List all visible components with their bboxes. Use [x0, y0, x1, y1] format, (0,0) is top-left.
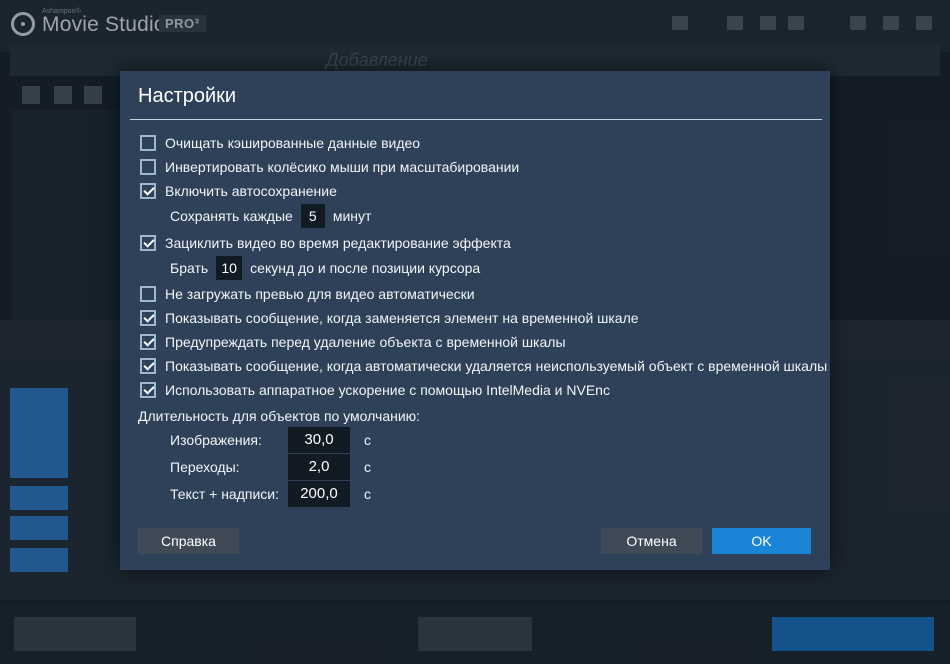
option-label: Зациклить видео во время редактирование … — [165, 235, 511, 251]
duration-unit: с — [364, 432, 371, 448]
duration-label: Текст + надписи: — [170, 486, 279, 502]
option-label: Включить автосохранение — [165, 183, 337, 199]
option-label: Показывать сообщение, когда автоматическ… — [165, 358, 828, 374]
option-label: Не загружать превью для видео автоматиче… — [165, 286, 475, 302]
duration-row-transitions: Переходы: 2,0 с — [170, 454, 371, 480]
transitions-duration-input[interactable]: 2,0 — [288, 454, 350, 480]
durations-heading: Длительность для объектов по умолчанию: — [138, 408, 421, 424]
option-autosave[interactable]: Включить автосохранение — [140, 181, 337, 201]
option-warn-delete[interactable]: Предупреждать перед удаление объекта с в… — [140, 332, 566, 352]
option-clear-cache[interactable]: Очищать кэшированные данные видео — [140, 133, 420, 153]
autosave-interval-row: Сохранять каждые 5 минут — [170, 204, 371, 228]
text-duration-input[interactable]: 200,0 — [288, 481, 350, 507]
duration-unit: с — [364, 486, 371, 502]
option-label: Инвертировать колёсико мыши при масштаби… — [165, 159, 520, 175]
option-replace-message[interactable]: Показывать сообщение, когда заменяется э… — [140, 308, 639, 328]
option-invert-wheel[interactable]: Инвертировать колёсико мыши при масштаби… — [140, 157, 519, 177]
checkbox-checked[interactable] — [140, 310, 156, 326]
duration-label: Переходы: — [170, 459, 240, 475]
cancel-button[interactable]: Отмена — [601, 528, 702, 554]
loop-suffix: секунд до и после позиции курсора — [250, 260, 481, 276]
option-hw-acceleration[interactable]: Использовать аппаратное ускорение с помо… — [140, 380, 610, 400]
images-duration-input[interactable]: 30,0 — [288, 427, 350, 453]
checkbox[interactable] — [140, 135, 156, 151]
option-label: Показывать сообщение, когда заменяется э… — [165, 310, 639, 326]
settings-dialog: Настройки Очищать кэшированные данные ви… — [120, 71, 830, 570]
autosave-suffix: минут — [332, 208, 372, 224]
autosave-minutes-input[interactable]: 5 — [300, 204, 325, 228]
autosave-prefix: Сохранять каждые — [170, 208, 293, 224]
checkbox-checked[interactable] — [140, 334, 156, 350]
checkbox[interactable] — [140, 286, 156, 302]
checkbox-checked[interactable] — [140, 183, 156, 199]
option-label: Предупреждать перед удаление объекта с в… — [165, 334, 566, 350]
dialog-title: Настройки — [138, 85, 237, 107]
option-loop-video[interactable]: Зациклить видео во время редактирование … — [140, 233, 511, 253]
checkbox[interactable] — [140, 159, 156, 175]
duration-row-images: Изображения: 30,0 с — [170, 427, 371, 453]
checkbox-checked[interactable] — [140, 358, 156, 374]
option-label: Очищать кэшированные данные видео — [165, 135, 421, 151]
checkbox-checked[interactable] — [140, 382, 156, 398]
duration-label: Изображения: — [170, 432, 262, 448]
option-label: Использовать аппаратное ускорение с помо… — [165, 382, 610, 398]
loop-seconds-row: Брать 10 секунд до и после позиции курсо… — [170, 256, 480, 280]
duration-row-text: Текст + надписи: 200,0 с — [170, 481, 371, 507]
checkbox-checked[interactable] — [140, 235, 156, 251]
help-button[interactable]: Справка — [138, 528, 239, 554]
option-no-auto-preview[interactable]: Не загружать превью для видео автоматиче… — [140, 284, 475, 304]
loop-prefix: Брать — [170, 260, 209, 276]
title-divider — [130, 119, 822, 120]
option-auto-remove-message[interactable]: Показывать сообщение, когда автоматическ… — [140, 356, 827, 376]
ok-button[interactable]: OK — [712, 528, 811, 554]
loop-seconds-input[interactable]: 10 — [216, 256, 243, 280]
duration-unit: с — [364, 459, 371, 475]
